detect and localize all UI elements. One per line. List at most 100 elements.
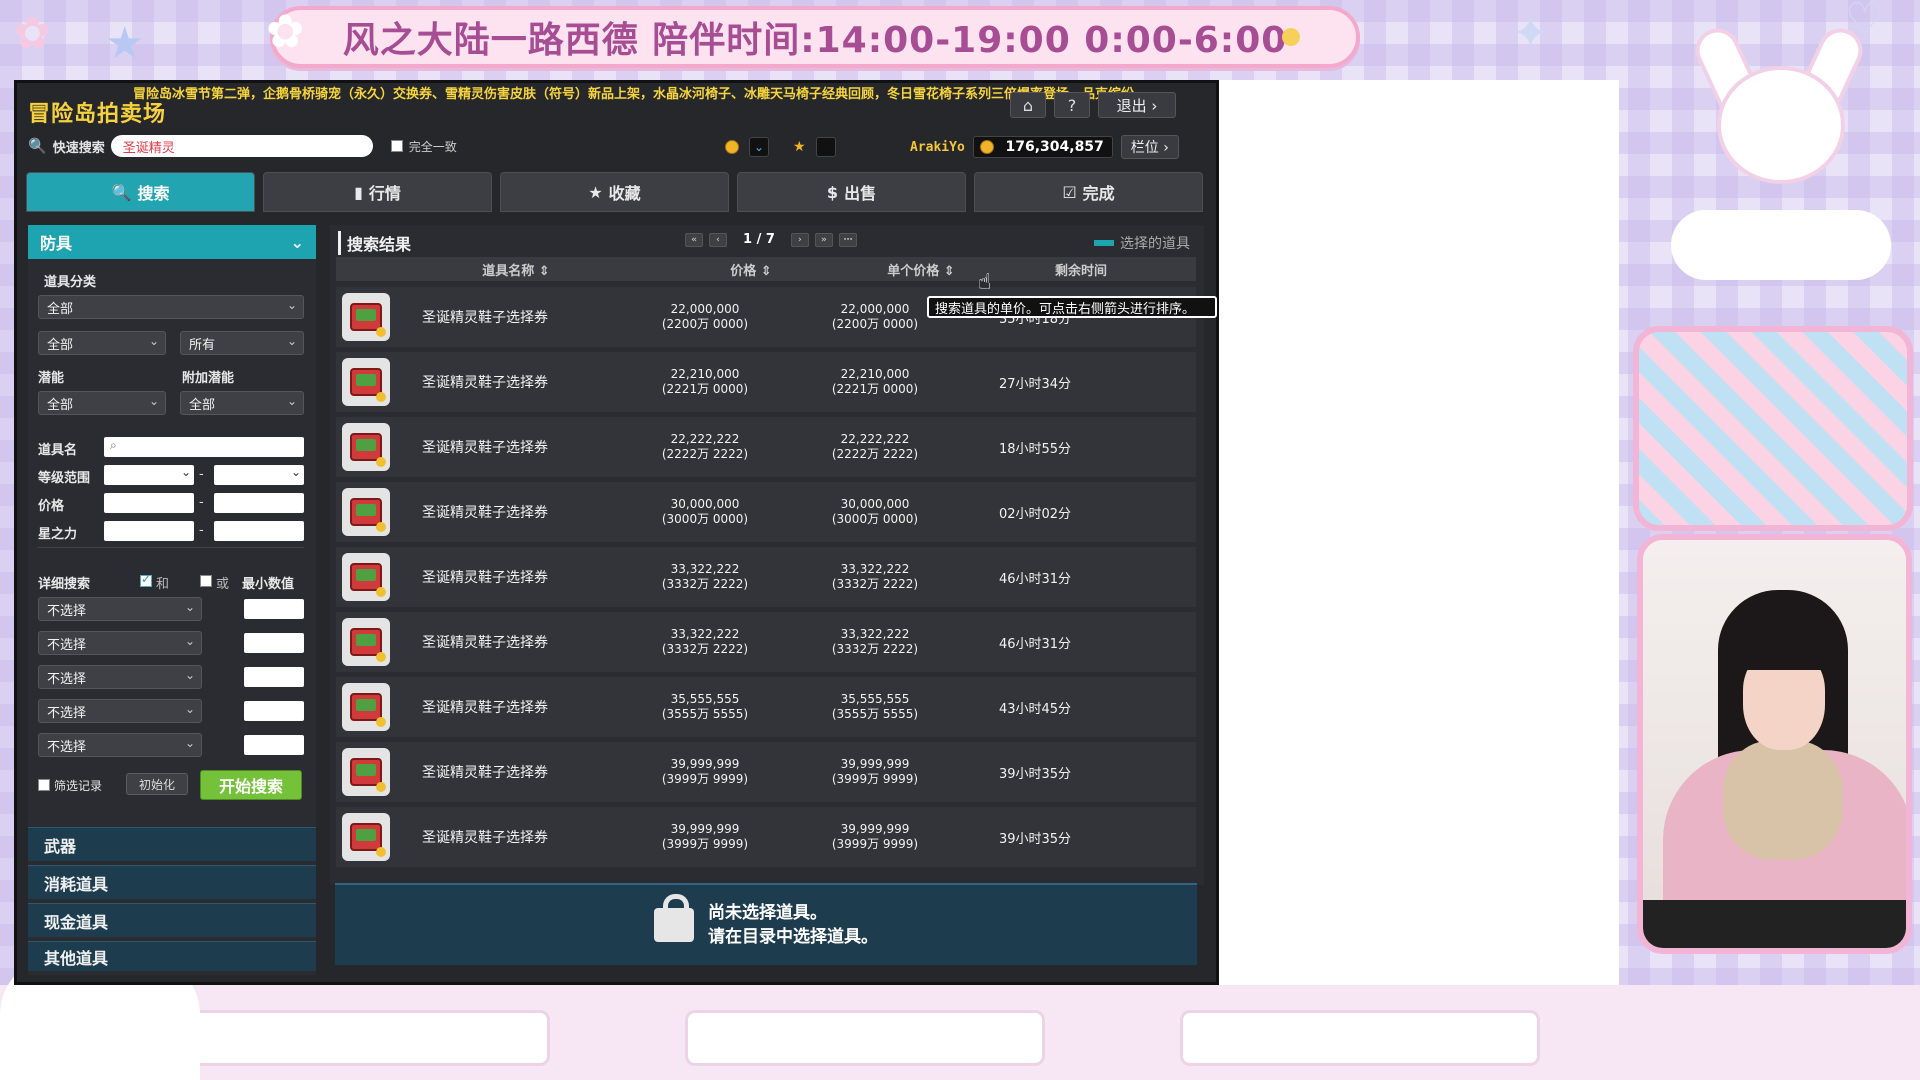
bar-chart-icon: ▮ [354,182,363,202]
stream-title-banner: ✿ 风之大陆一路西德 陪伴时间:14:00-19:00 0:00-6:00 [266,4,1360,68]
help-icon[interactable]: ? [1054,92,1090,118]
filter-record-label: 筛选记录 [54,779,103,793]
item-name: 圣诞精灵鞋子选择券 [422,830,548,846]
item-price: 30,000,000 (3000万 0000) [661,497,749,526]
item-price: 22,210,000 (2221万 0000) [661,367,749,396]
prev-page-button[interactable]: ‹ [709,232,727,247]
last-page-button[interactable]: » [814,232,833,247]
detail-search-label: 详细搜索 [38,577,91,592]
item-name: 圣诞精灵鞋子选择券 [422,505,548,521]
currency-dropdown-button[interactable]: ⌄ [749,137,769,157]
exact-match-label: 完全一致 [408,139,457,154]
star-filter-toggle[interactable] [815,137,836,157]
bonus-potential-select[interactable]: 全部 ⌄ [180,391,304,415]
coin-icon: $ [826,182,839,202]
quick-search-label: 快速搜索 [52,140,105,156]
chevron-down-icon: ⌄ [180,465,191,479]
start-search-button[interactable]: 开始搜索 [200,770,302,800]
category-weapon[interactable]: 武器 [28,827,316,861]
detail-option-select[interactable]: 不选择 ⌄ [38,665,202,689]
currency-filter: ⌄ ★ [725,137,836,157]
table-row[interactable]: 圣诞精灵鞋子选择券 30,000,000 (3000万 0000) 30,000,… [336,482,1196,542]
item-box-icon [342,423,390,471]
table-row[interactable]: 圣诞精灵鞋子选择券 22,222,222 (2222万 2222) 22,222,… [336,417,1196,477]
item-unit-price: 39,999,999 (3999万 9999) [831,757,919,786]
home-icon[interactable]: ⌂ [1010,92,1046,118]
detail-option-min-input[interactable] [244,633,304,653]
item-remaining-time: 46小时31分 [998,636,1072,652]
quick-search-bar: 🔍 快速搜索 完全一致 [28,135,457,157]
chevron-down-icon: ⌄ [184,668,195,682]
detail-option-min-input[interactable] [244,735,304,755]
item-unit-price: 22,210,000 (2221万 0000) [831,367,919,396]
detail-option-min-input[interactable] [244,599,304,619]
results-column-headers: 道具名称 ⇕ 价格 ⇕ 单个价格 ⇕ 剩余时间 [336,257,1196,281]
table-row[interactable]: 圣诞精灵鞋子选择券 22,210,000 (2221万 0000) 22,210,… [336,352,1196,412]
category-cash-item[interactable]: 现金道具 [28,903,316,937]
category-consumable[interactable]: 消耗道具 [28,865,316,899]
jump-page-button[interactable]: ⋯ [838,232,857,247]
item-unit-price: 22,222,222 (2222万 2222) [831,432,919,461]
star-icon: ★ [588,182,603,202]
stream-title-text: 风之大陆一路西德 陪伴时间:14:00-19:00 0:00-6:00 [342,20,1288,61]
item-unit-price: 30,000,000 (3000万 0000) [831,497,919,526]
starforce-max-input[interactable] [214,521,304,541]
detail-option-select[interactable]: 不选择 ⌄ [38,699,202,723]
or-checkbox[interactable] [200,575,212,587]
tab-completed[interactable]: ☑ 完成 [974,172,1203,212]
item-job-select[interactable]: 所有 ⌄ [180,331,304,355]
item-name: 圣诞精灵鞋子选择券 [422,700,548,716]
table-row[interactable]: 圣诞精灵鞋子选择券 35,555,555 (3555万 5555) 35,555,… [336,677,1196,737]
top-right-controls: ⌂ ? 退出 › [1010,92,1176,118]
detail-option-min-input[interactable] [244,667,304,687]
table-row[interactable]: 圣诞精灵鞋子选择券 33,322,222 (3332万 2222) 33,322,… [336,547,1196,607]
item-box-icon [342,488,390,536]
starforce-min-input[interactable] [104,521,194,541]
logout-button[interactable]: 退出 › [1098,92,1176,118]
reset-button[interactable]: 初始化 [126,773,188,795]
exact-match-checkbox[interactable] [390,140,403,152]
detail-option-select[interactable]: 不选择 ⌄ [38,733,202,757]
category-other[interactable]: 其他道具 [28,941,316,971]
category-header-armor[interactable]: 防具 ⌄ [28,225,316,259]
table-row[interactable]: 圣诞精灵鞋子选择券 33,322,222 (3332万 2222) 33,322,… [336,612,1196,672]
potential-select[interactable]: 全部 ⌄ [38,391,166,415]
level-min-select[interactable]: ⌄ [104,465,194,485]
detail-option-min-input[interactable] [244,701,304,721]
chevron-down-icon: ⌄ [290,232,304,252]
detail-option-select[interactable]: 不选择 ⌄ [38,597,202,621]
item-category-select[interactable]: 全部 ⌄ [38,295,304,319]
selected-item-legend: 选择的道具 [1094,233,1190,253]
price-min-input[interactable] [104,493,194,513]
table-row[interactable]: 圣诞精灵鞋子选择券 39,999,999 (3999万 9999) 39,999,… [336,807,1196,867]
item-remaining-time: 02小时02分 [998,506,1072,522]
column-header-name[interactable]: 道具名称 ⇕ [336,260,666,279]
tab-favorites[interactable]: ★ 收藏 [500,172,729,212]
tab-market-price[interactable]: ▮ 行情 [263,172,492,212]
star-decoration-icon: ✿ [14,8,51,59]
price-max-input[interactable] [214,493,304,513]
filter-record-checkbox[interactable] [38,779,50,791]
username: ArakiYo [910,139,965,155]
item-name-input[interactable]: ⌕ [104,437,304,457]
detail-option-select[interactable]: 不选择 ⌄ [38,631,202,655]
next-page-button[interactable]: › [790,232,809,247]
item-subcategory-select[interactable]: 全部 ⌄ [38,331,166,355]
item-box-icon [342,293,390,341]
table-row[interactable]: 圣诞精灵鞋子选择券 39,999,999 (3999万 9999) 39,999,… [336,742,1196,802]
star-filter-icon[interactable]: ★ [793,139,806,155]
level-max-select[interactable]: ⌄ [214,465,304,485]
chevron-down-icon: ⌄ [184,736,195,750]
tab-sell[interactable]: $ 出售 [737,172,966,212]
slot-button[interactable]: 栏位 › [1120,135,1179,159]
quick-search-input[interactable] [110,135,373,157]
item-box-icon [342,683,390,731]
and-checkbox[interactable] [140,572,152,587]
or-label: 或 [216,577,230,592]
detail-search-divider [38,547,304,548]
column-header-remaining-time[interactable]: 剩余时间 [1006,260,1156,279]
first-page-button[interactable]: « [685,232,703,247]
meso-amount: 176,304,857 [1005,139,1104,155]
column-header-price[interactable]: 价格 ⇕ [666,260,836,279]
tab-search[interactable]: 🔍 搜索 [26,172,255,212]
